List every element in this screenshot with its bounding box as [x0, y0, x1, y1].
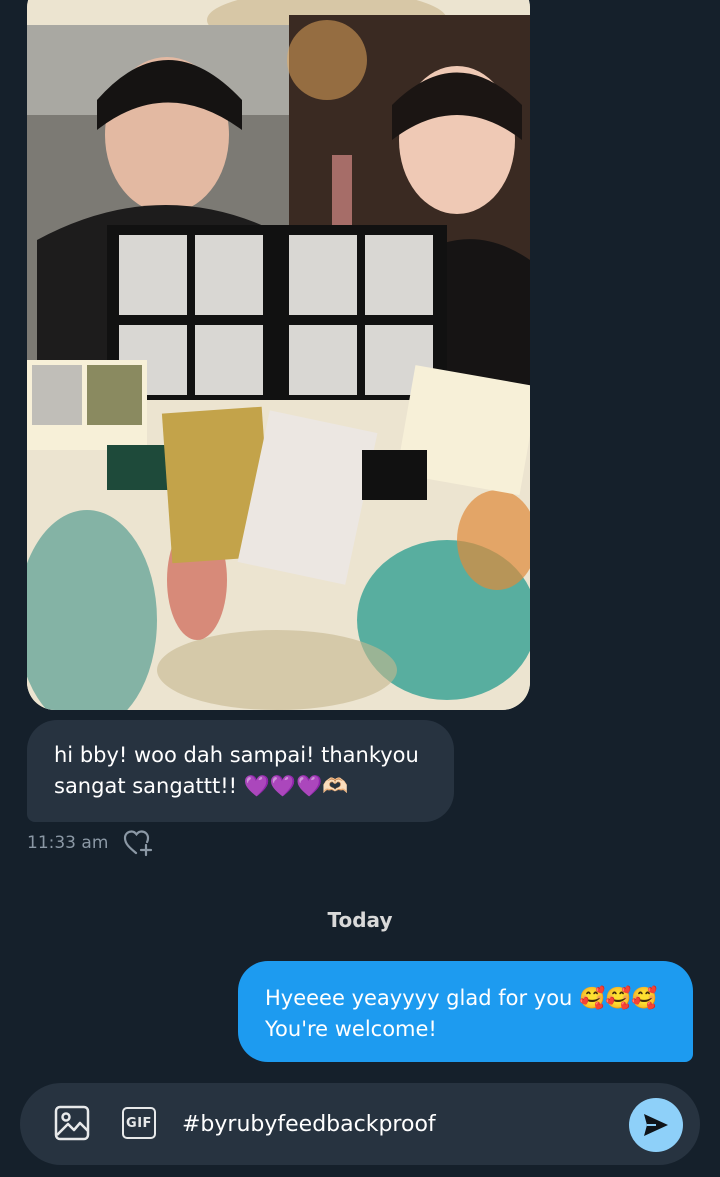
gif-icon: GIF [126, 1115, 152, 1131]
image-icon[interactable] [54, 1105, 90, 1141]
incoming-message-bubble[interactable]: hi bby! woo dah sampai! thankyou sangat … [27, 720, 454, 822]
heart-plus-icon[interactable] [122, 828, 154, 858]
send-icon [644, 1114, 668, 1136]
message-timestamp: 11:33 am [27, 833, 109, 853]
message-meta: 11:33 am [27, 828, 154, 858]
incoming-message-text: hi bby! woo dah sampai! thankyou sangat … [54, 743, 419, 798]
photo-collage [27, 0, 530, 710]
send-button[interactable] [629, 1098, 683, 1152]
outgoing-message-line-1: Hyeeee yeayyyy glad for you 🥰🥰🥰 [265, 986, 658, 1010]
outgoing-message-bubble[interactable]: Hyeeee yeayyyy glad for you 🥰🥰🥰 You're w… [238, 961, 693, 1062]
day-separator: Today [327, 908, 393, 932]
shared-photo[interactable] [27, 0, 530, 710]
outgoing-message-line-2: You're welcome! [265, 1017, 437, 1041]
message-input[interactable] [182, 1105, 612, 1143]
gif-button[interactable]: GIF [122, 1107, 156, 1139]
message-composer: GIF [20, 1083, 700, 1165]
